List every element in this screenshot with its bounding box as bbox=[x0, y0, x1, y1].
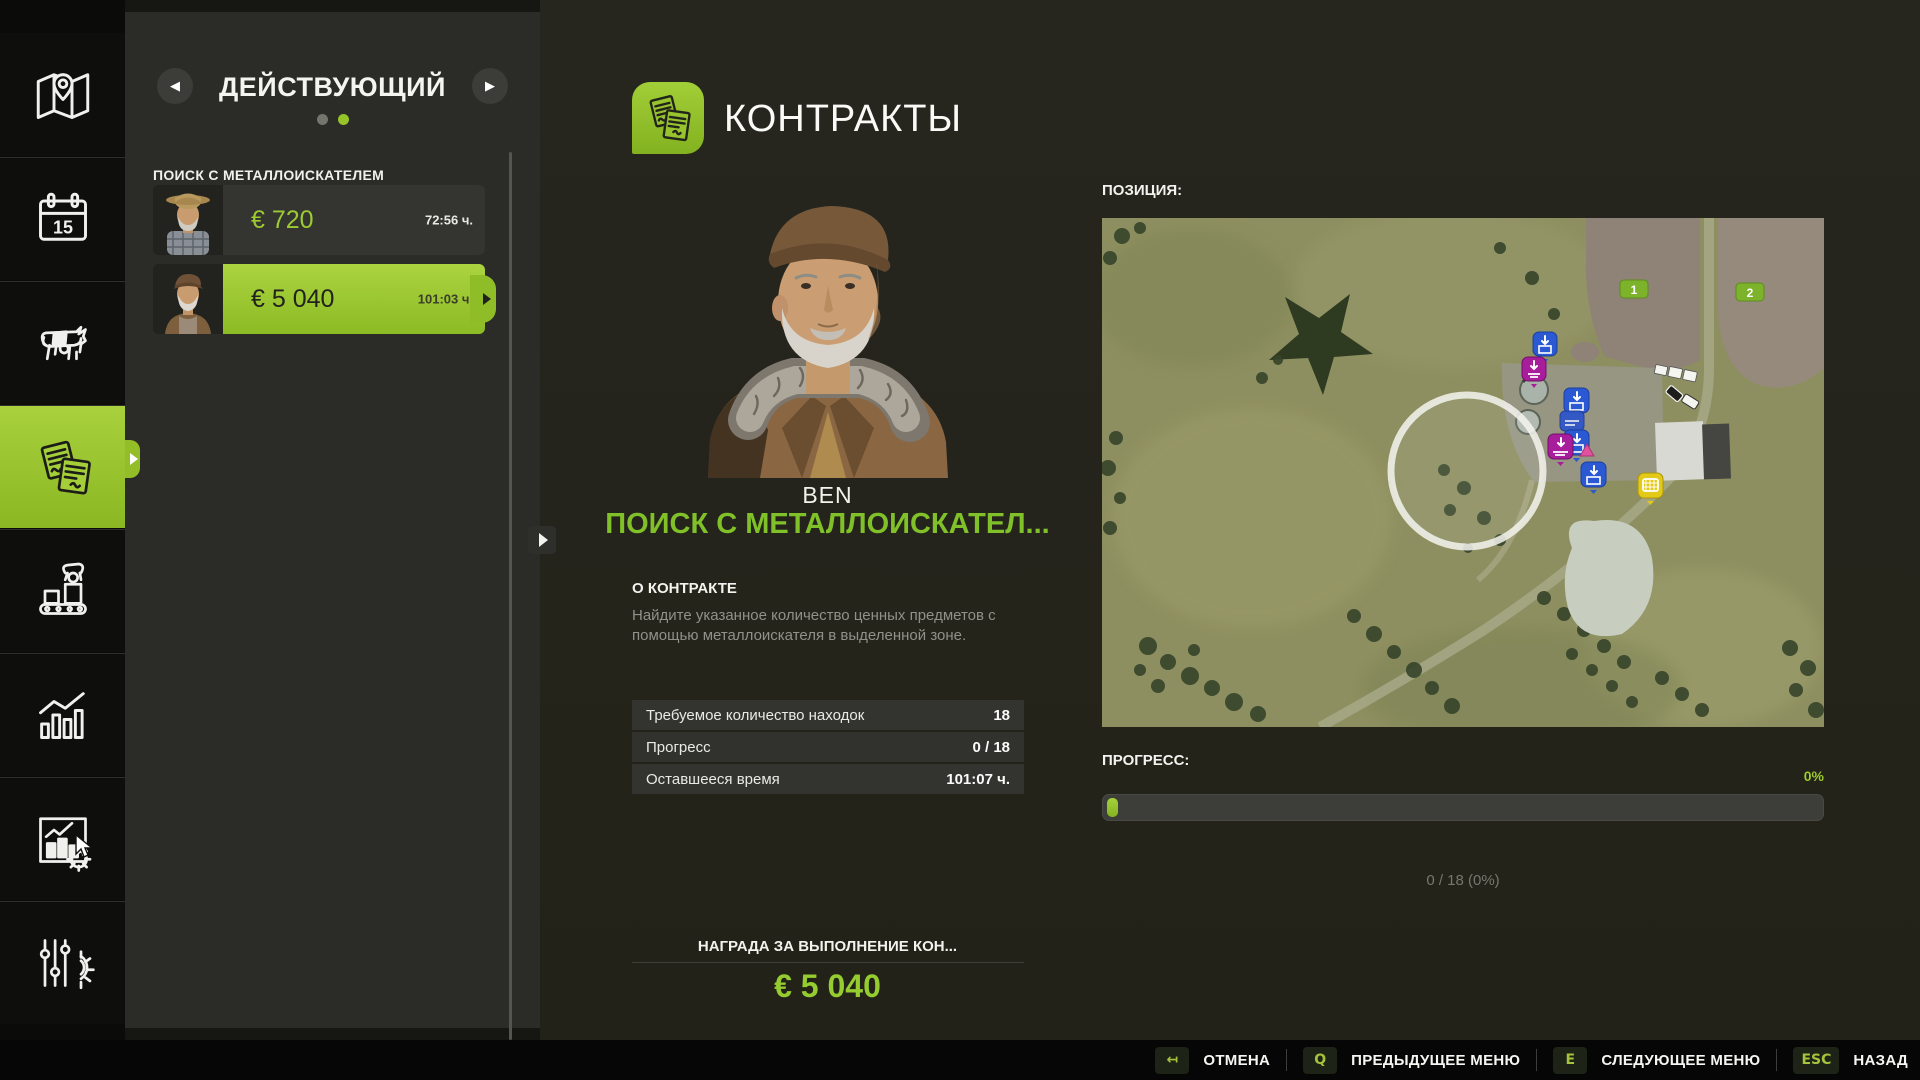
row-value: 101:07 ч. bbox=[946, 771, 1010, 788]
selected-tab-notch bbox=[125, 440, 140, 478]
progress-fill bbox=[1107, 798, 1118, 817]
progress-detail: 0 / 18 (0%) bbox=[1102, 872, 1824, 889]
sidebar-item-map[interactable] bbox=[0, 33, 125, 156]
sidebar: 15 bbox=[0, 0, 125, 1080]
contract-detail-panel: КОНТРАКТЫ bbox=[540, 0, 1920, 1080]
contract-detail-table: Требуемое количество находок 18 Прогресс… bbox=[632, 700, 1024, 796]
divider bbox=[1286, 1049, 1287, 1071]
e-key-icon: E bbox=[1553, 1047, 1587, 1074]
mouse-cursor bbox=[74, 834, 96, 860]
field-2-area bbox=[1718, 218, 1824, 388]
cancel-label: ОТМЕНА bbox=[1203, 1052, 1270, 1069]
svg-text:15: 15 bbox=[52, 218, 72, 238]
contract-time-left: 72:56 ч. bbox=[425, 213, 473, 228]
settings-icon bbox=[27, 927, 99, 999]
q-key-icon: Q bbox=[1303, 1047, 1337, 1074]
prev-menu-label: ПРЕДЫДУЩЕЕ МЕНЮ bbox=[1351, 1052, 1520, 1069]
page-dot-active bbox=[338, 114, 349, 125]
row-value: 0 / 18 bbox=[972, 739, 1010, 756]
reward-value: € 5 040 bbox=[540, 968, 1115, 1005]
about-text: Найдите указанное количество ценных пред… bbox=[632, 606, 1022, 646]
progress-label: ПРОГРЕСС: bbox=[1102, 752, 1189, 769]
field-badge-1: 1 bbox=[1620, 280, 1648, 298]
farm-building bbox=[1655, 421, 1731, 481]
contract-row: € 5 040 101:03 ч. bbox=[223, 264, 485, 334]
sidebar-item-prices[interactable] bbox=[0, 777, 125, 900]
sidebar-item-production[interactable] bbox=[0, 529, 125, 652]
back-action[interactable]: ESC НАЗАД bbox=[1793, 1047, 1908, 1074]
field-badge-2: 2 bbox=[1736, 283, 1764, 301]
progress-bar bbox=[1102, 794, 1824, 821]
row-label: Требуемое количество находок bbox=[646, 707, 864, 724]
map-marker-unload-blue-2 bbox=[1564, 388, 1589, 413]
contracts-screen: 15 bbox=[0, 0, 1920, 1080]
npc-name: BEN bbox=[540, 482, 1115, 509]
reward-heading: НАГРАДА ЗА ВЫПОЛНЕНИЕ КОН... bbox=[540, 938, 1115, 955]
contract-list-item-selected[interactable]: € 5 040 101:03 ч. bbox=[153, 264, 485, 334]
expand-arrow-icon bbox=[539, 533, 548, 547]
next-menu-action[interactable]: E СЛЕДУЮЩЕЕ МЕНЮ bbox=[1553, 1047, 1760, 1074]
esc-key-icon: ESC bbox=[1793, 1047, 1839, 1074]
table-row: Прогресс 0 / 18 bbox=[632, 732, 1024, 762]
row-value: 18 bbox=[993, 707, 1010, 724]
contracts-page-icon bbox=[632, 82, 704, 154]
next-arrow-icon: ▶ bbox=[485, 78, 495, 94]
table-row: Оставшееся время 101:07 ч. bbox=[632, 764, 1024, 794]
divider bbox=[1776, 1049, 1777, 1071]
next-menu-label: СЛЕДУЮЩЕЕ МЕНЮ bbox=[1601, 1052, 1760, 1069]
selection-arrow bbox=[483, 293, 491, 305]
backspace-key-icon: ↤ bbox=[1155, 1047, 1189, 1074]
about-heading: О КОНТРАКТЕ bbox=[632, 580, 737, 597]
contract-time-left: 101:03 ч. bbox=[418, 292, 473, 307]
list-pager: ◀ ДЕЙСТВУЮЩИЙ ▶ bbox=[125, 42, 540, 132]
minimap: 1 2 bbox=[1102, 218, 1824, 727]
table-row: Требуемое количество находок 18 bbox=[632, 700, 1024, 730]
contract-reward: € 5 040 bbox=[251, 285, 334, 314]
prev-menu-action[interactable]: Q ПРЕДЫДУЩЕЕ МЕНЮ bbox=[1303, 1047, 1520, 1074]
production-icon bbox=[27, 555, 99, 627]
sidebar-item-calendar[interactable]: 15 bbox=[0, 157, 125, 280]
contracts-icon bbox=[27, 431, 99, 503]
page-title: КОНТРАКТЫ bbox=[724, 98, 962, 141]
svg-text:1: 1 bbox=[1631, 283, 1638, 297]
divider bbox=[632, 962, 1024, 963]
row-label: Прогресс bbox=[646, 739, 711, 756]
row-label: Оставшееся время bbox=[646, 771, 780, 788]
map-icon bbox=[27, 59, 99, 131]
sidebar-item-contracts[interactable] bbox=[0, 405, 125, 528]
calendar-icon: 15 bbox=[27, 183, 99, 255]
list-section-label: ПОИСК С МЕТАЛЛОИСКАТЕЛЕМ bbox=[153, 167, 384, 183]
contract-list-item[interactable]: € 720 72:56 ч. bbox=[153, 185, 485, 255]
map-marker-unload-blue-3 bbox=[1560, 411, 1584, 431]
contract-row: € 720 72:56 ч. bbox=[223, 185, 485, 255]
contract-reward: € 720 bbox=[251, 206, 314, 235]
cancel-action[interactable]: ↤ ОТМЕНА bbox=[1155, 1047, 1270, 1074]
list-scrollbar[interactable] bbox=[509, 152, 512, 1040]
contract-title: ПОИСК С МЕТАЛЛОИСКАТЕЛ... bbox=[540, 508, 1115, 541]
npc-avatar bbox=[153, 264, 223, 334]
panel-expand-button[interactable] bbox=[528, 526, 556, 554]
sidebar-item-statistics[interactable] bbox=[0, 653, 125, 776]
page-dot bbox=[317, 114, 328, 125]
divider bbox=[1536, 1049, 1537, 1071]
statistics-icon bbox=[27, 679, 99, 751]
keybind-bar: ↤ ОТМЕНА Q ПРЕДЫДУЩЕЕ МЕНЮ E СЛЕДУЮЩЕЕ М… bbox=[0, 1040, 1920, 1080]
sidebar-item-animals[interactable] bbox=[0, 281, 125, 404]
svg-text:2: 2 bbox=[1747, 286, 1754, 300]
position-label: ПОЗИЦИЯ: bbox=[1102, 182, 1182, 199]
page-dots bbox=[125, 114, 540, 125]
npc-portrait bbox=[690, 190, 966, 478]
cow-icon bbox=[27, 307, 99, 379]
sidebar-item-settings[interactable] bbox=[0, 901, 125, 1024]
contract-zone-circle bbox=[1391, 395, 1543, 547]
progress-percent: 0% bbox=[1102, 768, 1824, 784]
back-label: НАЗАД bbox=[1853, 1052, 1908, 1069]
contract-list-panel: ◀ ДЕЙСТВУЮЩИЙ ▶ ПОИСК С МЕТАЛЛОИСКАТЕЛЕМ bbox=[125, 12, 540, 1028]
next-page-button[interactable]: ▶ bbox=[472, 68, 508, 104]
npc-avatar bbox=[153, 185, 223, 255]
